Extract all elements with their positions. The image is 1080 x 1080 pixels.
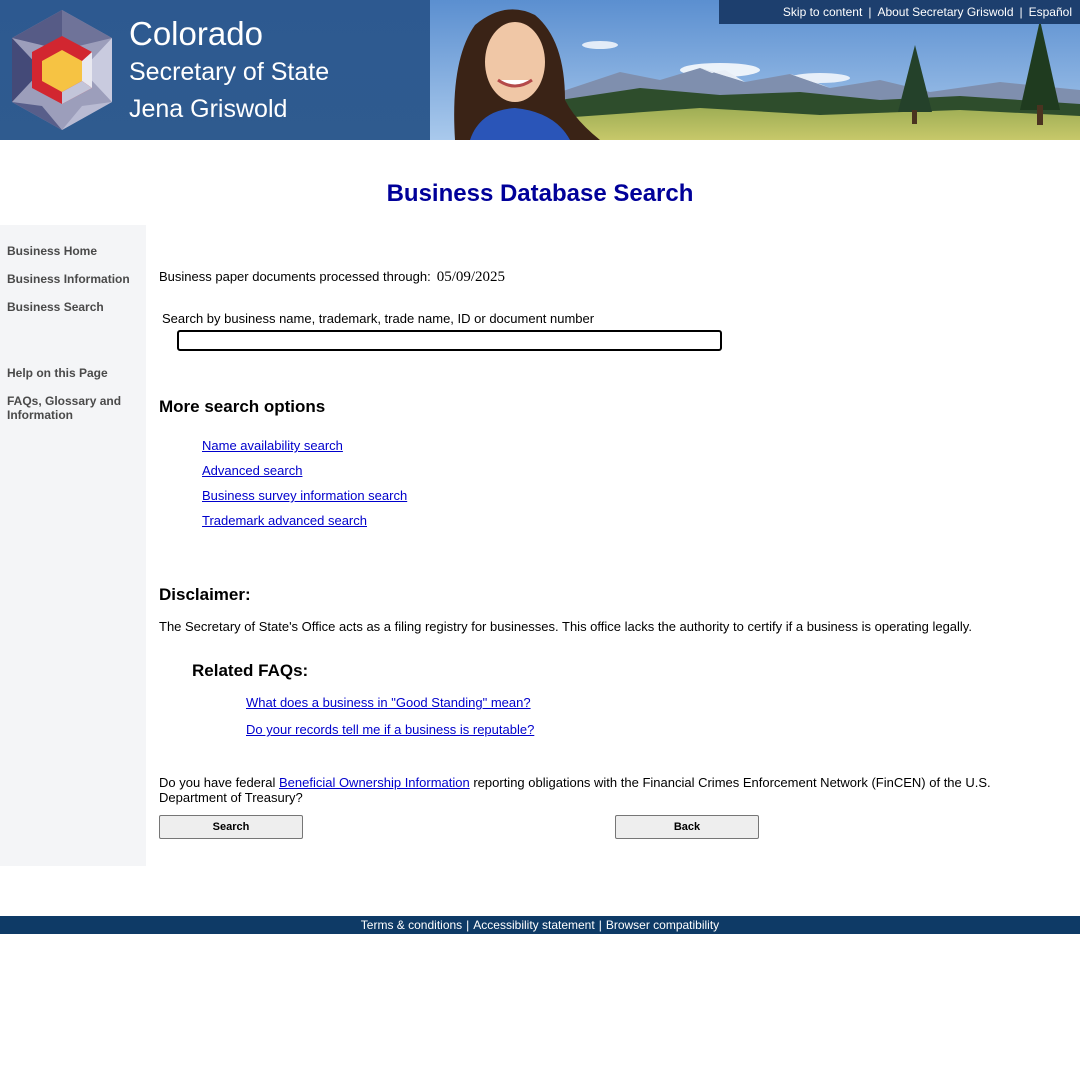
browser-compatibility-link[interactable]: Browser compatibility <box>606 918 719 932</box>
processed-date: 05/09/2025 <box>436 269 506 285</box>
boi-prefix-text: Do you have federal <box>159 775 279 790</box>
processed-through-text: Business paper documents processed throu… <box>159 269 505 286</box>
top-utility-links: Skip to content | About Secretary Griswo… <box>719 0 1080 24</box>
related-faqs-heading: Related FAQs: <box>192 661 309 680</box>
terms-conditions-link[interactable]: Terms & conditions <box>361 918 462 932</box>
accessibility-statement-link[interactable]: Accessibility statement <box>473 918 594 932</box>
espanol-link[interactable]: Español <box>1029 5 1072 19</box>
faq-good-standing-link[interactable]: What does a business in "Good Standing" … <box>246 695 531 710</box>
business-survey-search-link[interactable]: Business survey information search <box>202 488 407 503</box>
trademark-advanced-search-link[interactable]: Trademark advanced search <box>202 513 367 528</box>
name-availability-search-link[interactable]: Name availability search <box>202 438 343 453</box>
back-button[interactable]: Back <box>615 815 759 839</box>
header-banner: Colorado Secretary of State Jena Griswol… <box>0 0 1080 140</box>
brand-official-name: Jena Griswold <box>129 95 288 123</box>
skip-to-content-link[interactable]: Skip to content <box>783 5 862 19</box>
about-secretary-link[interactable]: About Secretary Griswold <box>877 5 1013 19</box>
separator: | <box>868 5 872 19</box>
separator: | <box>466 918 470 932</box>
sidebar-item-business-home[interactable]: Business Home <box>7 244 137 258</box>
processed-label: Business paper documents processed throu… <box>159 269 431 284</box>
colorado-logo-icon <box>12 10 112 130</box>
search-field-label: Search by business name, trademark, trad… <box>162 311 595 326</box>
page-title: Business Database Search <box>386 180 694 207</box>
more-search-options-heading: More search options <box>159 397 326 416</box>
sidebar-nav: Business Home Business Information Busin… <box>0 225 146 866</box>
sidebar-item-business-information[interactable]: Business Information <box>7 272 137 286</box>
sidebar-item-help-on-page[interactable]: Help on this Page <box>7 366 137 380</box>
business-search-input[interactable] <box>177 330 722 351</box>
beneficial-ownership-notice: Do you have federal Beneficial Ownership… <box>159 775 1039 805</box>
separator: | <box>1019 5 1023 19</box>
faq-reputable-link[interactable]: Do your records tell me if a business is… <box>246 722 534 737</box>
search-button[interactable]: Search <box>159 815 303 839</box>
disclaimer-text: The Secretary of State's Office acts as … <box>159 619 972 634</box>
sidebar-item-business-search[interactable]: Business Search <box>7 300 137 314</box>
footer-bar: Terms & conditions | Accessibility state… <box>0 916 1080 934</box>
disclaimer-heading: Disclaimer: <box>159 585 251 604</box>
sidebar-item-faqs-glossary[interactable]: FAQs, Glossary and Information <box>7 394 137 422</box>
advanced-search-link[interactable]: Advanced search <box>202 463 302 478</box>
separator: | <box>598 918 602 932</box>
brand-secretary-of-state: Secretary of State <box>129 58 330 86</box>
beneficial-ownership-link[interactable]: Beneficial Ownership Information <box>279 775 470 790</box>
brand-colorado: Colorado <box>129 15 263 52</box>
